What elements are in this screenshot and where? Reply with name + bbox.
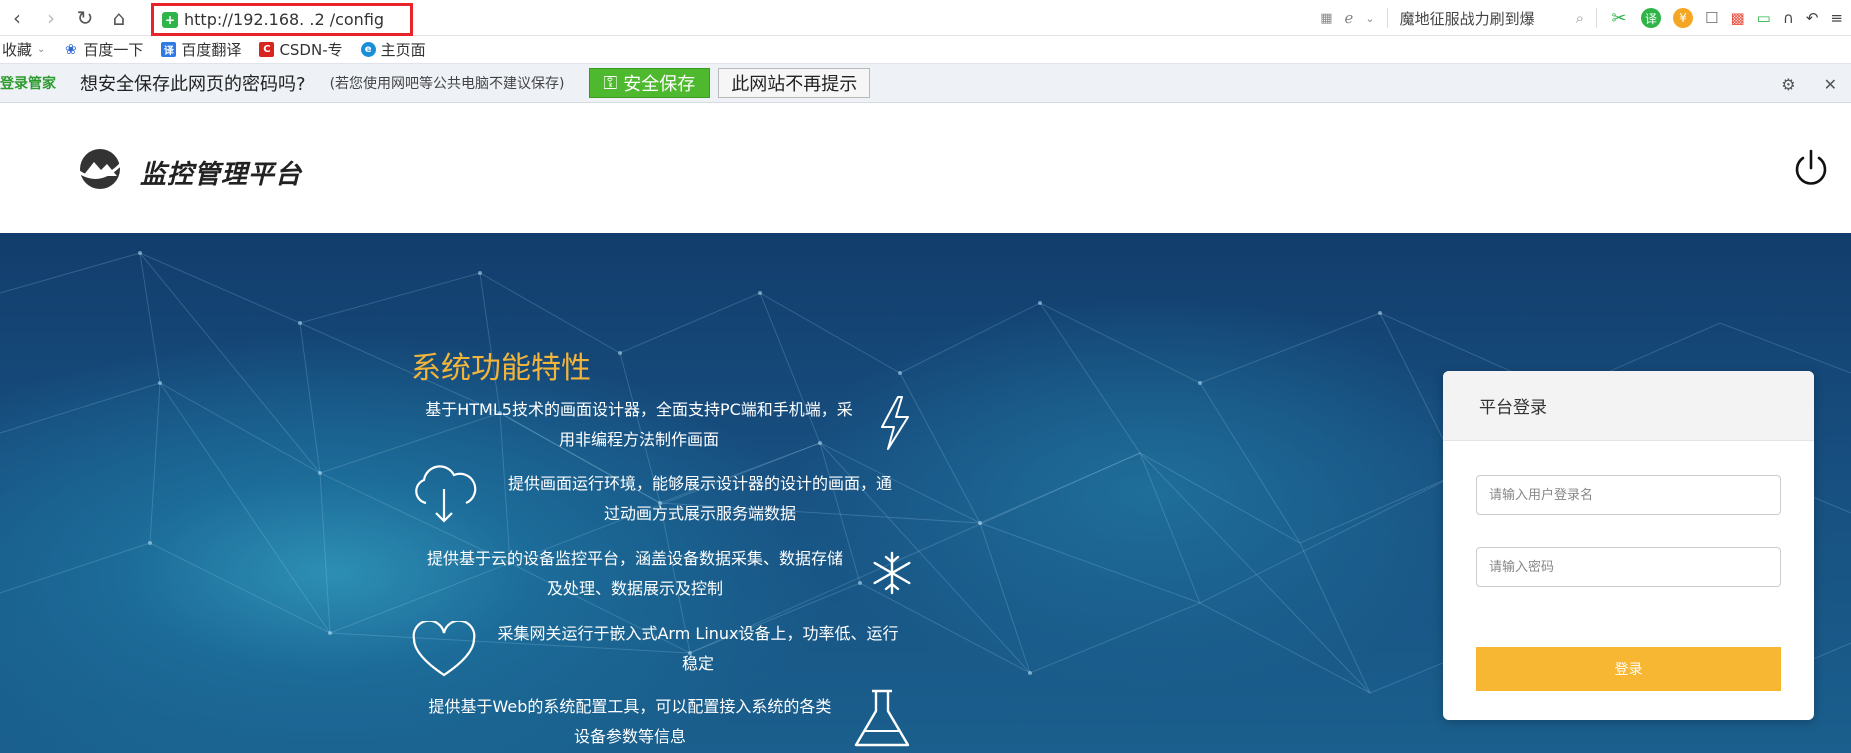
address-bar[interactable]: + http://192.168. .2 /config — [151, 3, 413, 36]
save-password-label: 安全保存 — [623, 74, 696, 94]
feature-line: 提供基于Web的系统配置工具，可以配置接入系统的各类 — [428, 697, 832, 716]
home-icon: ⌂ — [112, 5, 126, 30]
bookmarks-bar: 收藏 ⌄ ❀ 百度一下 译 百度翻译 C CSDN-专 e 主页面 — [0, 36, 1851, 63]
close-icon[interactable]: ✕ — [1824, 75, 1837, 94]
password-input[interactable] — [1476, 547, 1781, 587]
feature-line: 提供基于云的设备监控平台，涵盖设备数据采集、数据存储 — [426, 549, 843, 568]
password-save-bar: 登录管家 想安全保存此网页的密码吗? (若您使用网吧等公共电脑不建议保存) ⚿ … — [0, 63, 1851, 103]
battery-icon[interactable]: ▭ — [1757, 9, 1771, 27]
search-icon[interactable]: ⌕ — [1576, 9, 1584, 27]
feature-line: 用非编程方法制作画面 — [558, 430, 719, 449]
gear-icon[interactable]: ⚙ — [1781, 75, 1795, 94]
site-header: 监控管理平台 — [0, 104, 1851, 233]
bookmark-csdn[interactable]: C CSDN-专 — [259, 39, 343, 60]
site-title: 监控管理平台 — [140, 160, 303, 190]
bookmark-baidu-translate[interactable]: 译 百度翻译 — [161, 39, 241, 60]
username-input[interactable] — [1476, 475, 1781, 515]
search-box[interactable]: 魔地征服战力刷到爆 — [1400, 8, 1564, 29]
bookmark-label: 主页面 — [380, 41, 426, 59]
bookmark-label: 收藏 — [2, 41, 33, 59]
forward-arrow-icon: › — [47, 5, 55, 30]
lightning-icon — [881, 396, 909, 450]
login-button[interactable]: 登录 — [1476, 647, 1781, 691]
feature-item-designer: 基于HTML5技术的画面设计器，全面支持PC端和手机端，采 用非编程方法制作画面 — [404, 395, 874, 455]
heart-icon — [412, 621, 476, 677]
feature-line: 过动画方式展示服务端数据 — [603, 504, 796, 523]
screenshot-icon[interactable]: ☐ — [1705, 9, 1718, 27]
feature-item-cloud-platform: 提供基于云的设备监控平台，涵盖设备数据采集、数据存储 及处理、数据展示及控制 — [410, 544, 860, 604]
password-save-note: (若您使用网吧等公共电脑不建议保存) — [329, 76, 565, 92]
address-url: http://192.168. .2 /config — [184, 10, 385, 29]
bookmark-label: CSDN-专 — [279, 41, 343, 59]
feature-line: 及处理、数据展示及控制 — [546, 579, 723, 598]
translate-icon: 译 — [161, 42, 177, 57]
bookmark-label: 百度翻译 — [181, 41, 242, 59]
power-icon[interactable] — [1791, 148, 1831, 188]
home-button[interactable]: ⌂ — [102, 0, 136, 36]
reload-icon: ↻ — [76, 5, 94, 30]
headphones-icon[interactable]: ∩ — [1783, 9, 1794, 27]
ie-icon: e — [360, 42, 376, 57]
login-title: 平台登录 — [1443, 371, 1814, 441]
coupon-icon[interactable]: ¥ — [1673, 8, 1694, 28]
bookmark-label: 百度一下 — [83, 41, 144, 59]
logo-icon — [78, 149, 123, 189]
toolbar-right: ▦ ℯ ⌄ 魔地征服战力刷到爆 ⌕ ✂ 译 ¥ ☐ ▩ ▭ ∩ ↶ ≡ — [1320, 0, 1843, 36]
cloud-download-icon — [415, 465, 477, 523]
scissors-icon[interactable]: ✂ — [1609, 8, 1630, 29]
csdn-icon: C — [259, 42, 275, 57]
browser-toolbar: ‹ › ↻ ⌂ + http://192.168. .2 /config ▦ ℯ… — [0, 0, 1851, 36]
key-icon: ⚿ — [603, 72, 618, 93]
save-password-button[interactable]: ⚿ 安全保存 — [588, 68, 711, 98]
feature-line: 基于HTML5技术的画面设计器，全面支持PC端和手机端，采 — [425, 400, 853, 419]
secure-shield-icon: + — [162, 11, 178, 28]
bookmark-favorites[interactable]: 收藏 ⌄ — [2, 39, 45, 60]
menu-icon[interactable]: ≡ — [1830, 9, 1843, 27]
baidu-paw-icon: ❀ — [63, 41, 79, 58]
feature-line: 稳定 — [681, 654, 714, 673]
feature-item-config-tool: 提供基于Web的系统配置工具，可以配置接入系统的各类 设备参数等信息 — [410, 692, 850, 752]
bookmark-home-page[interactable]: e 主页面 — [360, 39, 426, 60]
ie-mode-icon[interactable]: ℯ — [1345, 9, 1354, 27]
toolbar-divider — [1386, 8, 1388, 28]
chevron-down-icon: ⌄ — [37, 44, 46, 55]
snowflake-icon — [873, 551, 911, 595]
password-bar-actions: ⚙ ✕ — [1781, 64, 1837, 104]
translate-extension-icon[interactable]: 译 — [1641, 8, 1662, 28]
toolbar-divider — [1596, 8, 1598, 28]
feature-line: 设备参数等信息 — [573, 727, 686, 746]
apps-grid-icon[interactable]: ▩ — [1730, 9, 1744, 27]
feature-line: 采集网关运行于嵌入式Arm Linux设备上，功率低、运行 — [497, 624, 899, 643]
back-button[interactable]: ‹ — [0, 0, 34, 36]
qr-icon[interactable]: ▦ — [1320, 11, 1332, 26]
bookmark-baidu[interactable]: ❀ 百度一下 — [63, 39, 143, 60]
password-manager-brand: 登录管家 — [0, 76, 56, 92]
feature-item-gateway: 采集网关运行于嵌入式Arm Linux设备上，功率低、运行 稳定 — [488, 619, 908, 679]
feature-line: 提供画面运行环境，能够展示设计器的设计的画面，通 — [507, 474, 892, 493]
reload-button[interactable]: ↻ — [68, 0, 102, 36]
login-card: 平台登录 登录 — [1443, 371, 1814, 720]
forward-button[interactable]: › — [34, 0, 68, 36]
mode-dropdown-icon[interactable]: ⌄ — [1365, 12, 1374, 25]
feature-item-runtime: 提供画面运行环境，能够展示设计器的设计的画面，通 过动画方式展示服务端数据 — [490, 469, 910, 529]
password-save-question: 想安全保存此网页的密码吗? — [80, 74, 306, 95]
back-arrow-icon: ‹ — [13, 5, 21, 30]
features-title: 系统功能特性 — [411, 351, 591, 386]
flask-icon — [854, 689, 910, 747]
undo-icon[interactable]: ↶ — [1806, 9, 1819, 27]
never-prompt-button[interactable]: 此网站不再提示 — [718, 68, 871, 98]
